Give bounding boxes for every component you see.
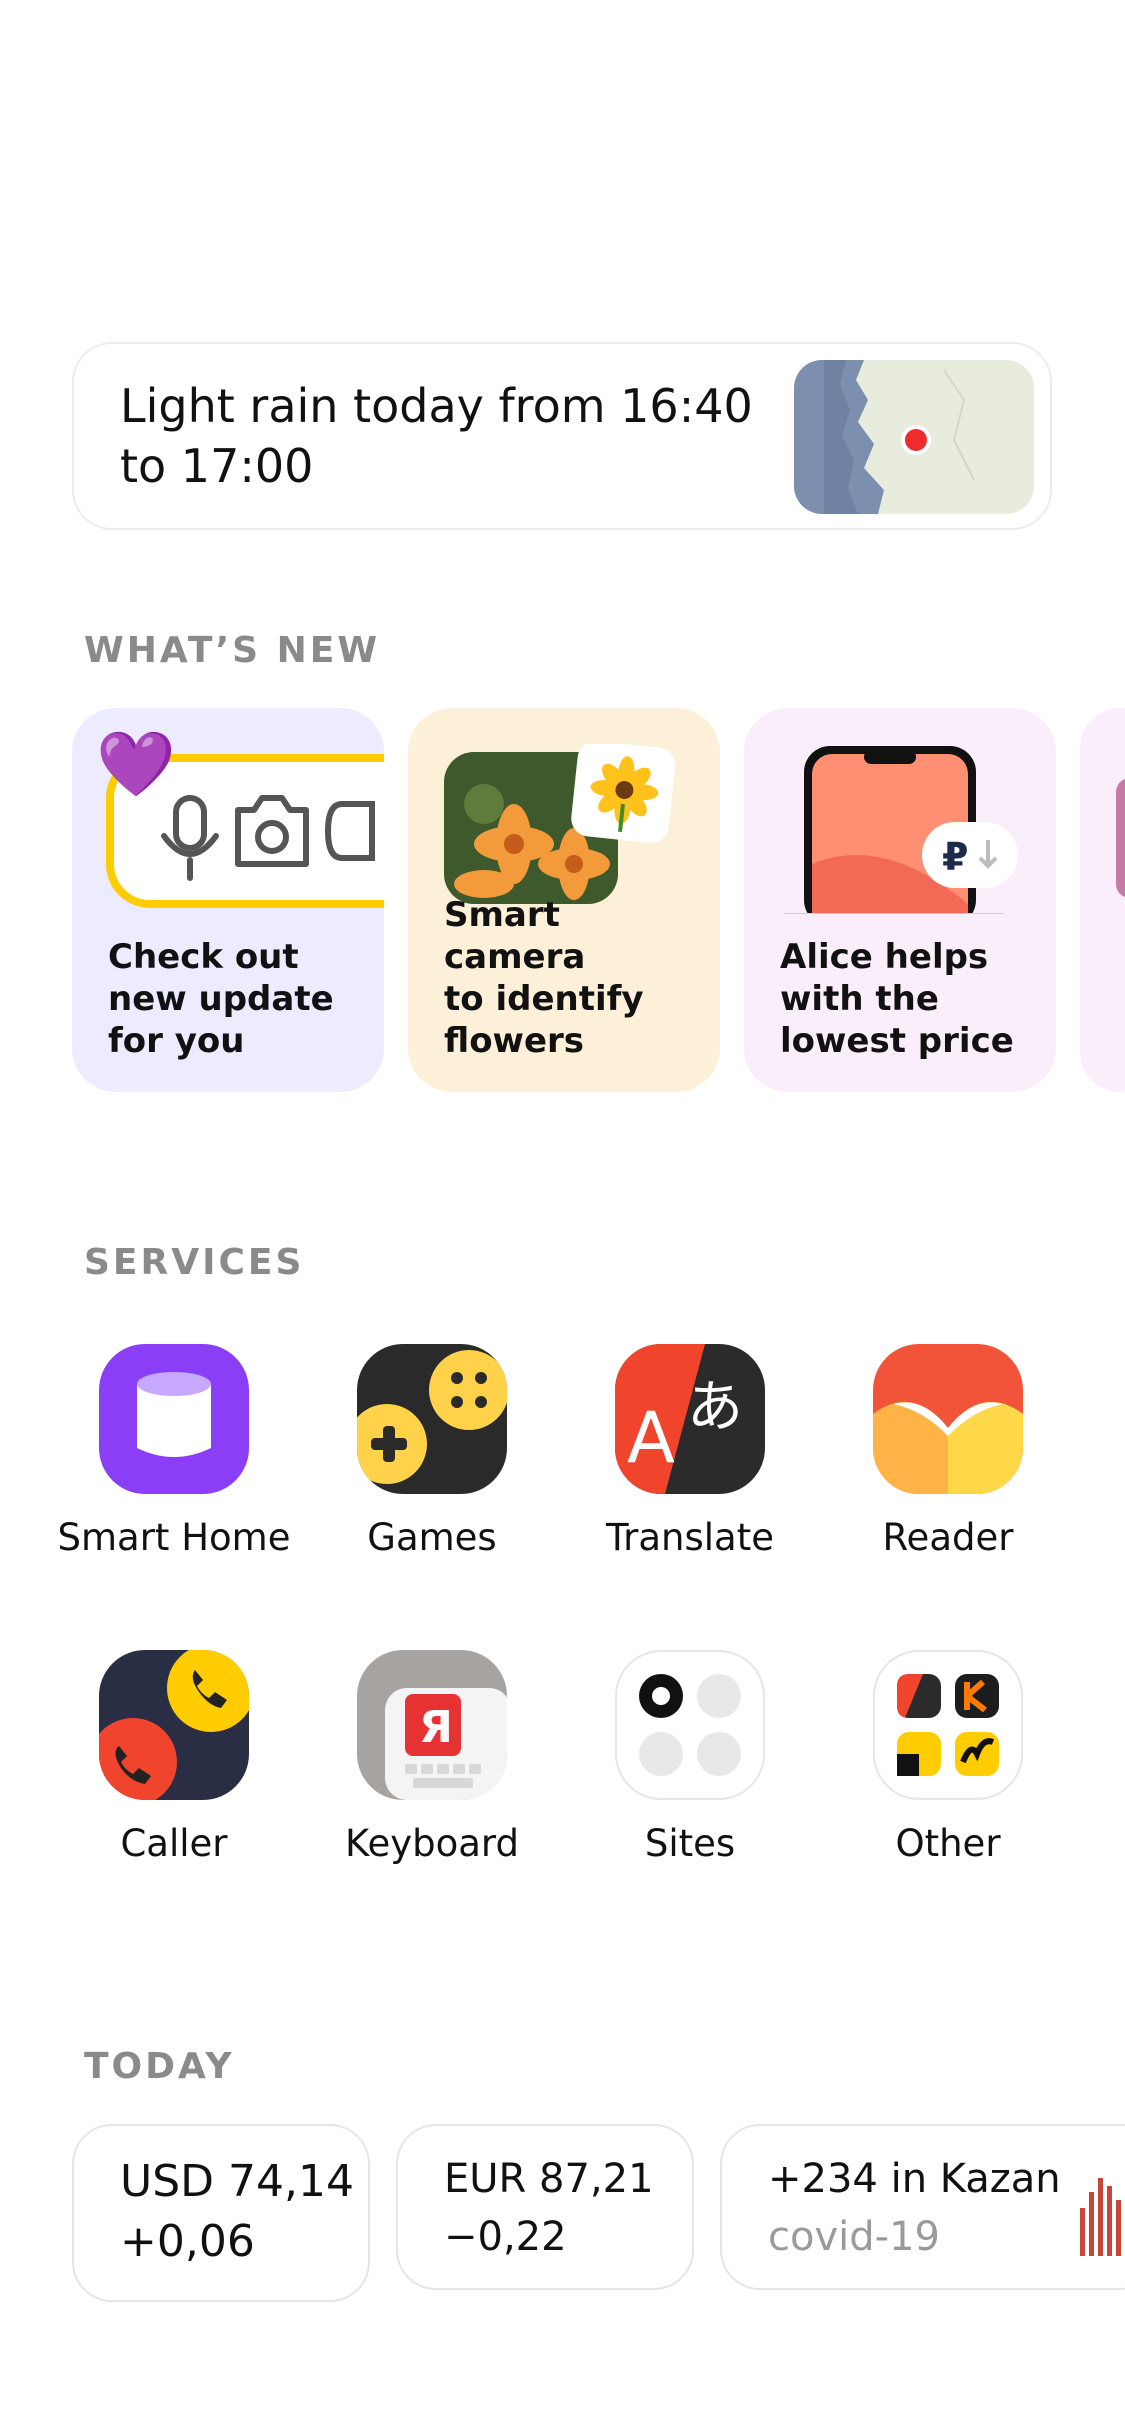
games-icon xyxy=(357,1344,507,1494)
service-translate[interactable]: A あ Translate xyxy=(560,1344,820,1574)
currency-card-usd[interactable]: USD 74,14 +0,06 xyxy=(72,2124,370,2302)
service-label: Other xyxy=(895,1822,1001,1865)
story-text: Alice helps with the lowest price xyxy=(780,937,1014,1061)
svg-text:A: A xyxy=(627,1397,675,1479)
smart-home-icon xyxy=(99,1344,249,1494)
service-smart-home[interactable]: Smart Home xyxy=(44,1344,304,1574)
service-other[interactable]: Other xyxy=(818,1650,1078,1880)
keyboard-icon: Я xyxy=(357,1650,507,1800)
phone-illustration: ₽ xyxy=(784,746,1018,914)
other-icon xyxy=(873,1650,1023,1800)
service-caller[interactable]: Caller xyxy=(44,1650,304,1880)
heart-emoji-icon: 💜 xyxy=(96,728,176,802)
covid-bars-icon xyxy=(1080,2178,1121,2256)
covid-card[interactable]: +234 in Kazan covid-19 xyxy=(720,2124,1125,2290)
story-card-update[interactable]: 💜 Check out new update for you xyxy=(72,708,384,1092)
service-sites[interactable]: Sites xyxy=(560,1650,820,1880)
sites-icon xyxy=(615,1650,765,1800)
story-card-alice-price[interactable]: ₽ Alice helps with the lowest price xyxy=(744,708,1056,1092)
flowers-photo xyxy=(444,744,676,904)
currency-value: USD 74,14 xyxy=(120,2156,354,2207)
translate-icon: A あ xyxy=(615,1344,765,1494)
covid-cases: +234 in Kazan xyxy=(768,2156,1061,2202)
service-label: Games xyxy=(367,1516,497,1559)
service-keyboard[interactable]: Я Keyboard xyxy=(302,1650,562,1880)
service-label: Sites xyxy=(644,1822,736,1865)
svg-text:₽: ₽ xyxy=(942,835,968,879)
story-card-smart-camera[interactable]: Smart camera to identify flowers xyxy=(408,708,720,1092)
currency-change: −0,22 xyxy=(444,2214,567,2260)
covid-label: covid-19 xyxy=(768,2214,940,2260)
currency-card-eur[interactable]: EUR 87,21 −0,22 xyxy=(396,2124,694,2290)
service-label: Keyboard xyxy=(345,1822,519,1865)
weather-map-thumbnail xyxy=(794,360,1034,514)
service-label: Caller xyxy=(120,1822,228,1865)
svg-text:あ: あ xyxy=(687,1375,743,1440)
story-card-partial[interactable] xyxy=(1080,708,1125,1092)
story-text: Check out new update for you xyxy=(108,937,334,1061)
service-label: Translate xyxy=(606,1516,774,1559)
caller-icon xyxy=(99,1650,249,1800)
svg-text:Я: Я xyxy=(419,1702,453,1753)
service-reader[interactable]: Reader xyxy=(818,1344,1078,1574)
reader-icon xyxy=(873,1344,1023,1494)
service-label: Reader xyxy=(882,1516,1014,1559)
story-thumbnail xyxy=(1116,778,1125,898)
today-header: TODAY xyxy=(84,2046,235,2087)
service-label: Smart Home xyxy=(57,1516,291,1559)
story-text: Smart camera to identify flowers xyxy=(444,895,644,1061)
currency-value: EUR 87,21 xyxy=(444,2156,654,2202)
weather-card[interactable]: Light rain today from 16:40 to 17:00 xyxy=(72,342,1052,530)
whats-new-header: WHAT’S NEW xyxy=(84,630,381,671)
services-header: SERVICES xyxy=(84,1242,305,1283)
weather-text: Light rain today from 16:40 to 17:00 xyxy=(120,379,753,493)
currency-change: +0,06 xyxy=(120,2216,255,2267)
service-games[interactable]: Games xyxy=(302,1344,562,1574)
